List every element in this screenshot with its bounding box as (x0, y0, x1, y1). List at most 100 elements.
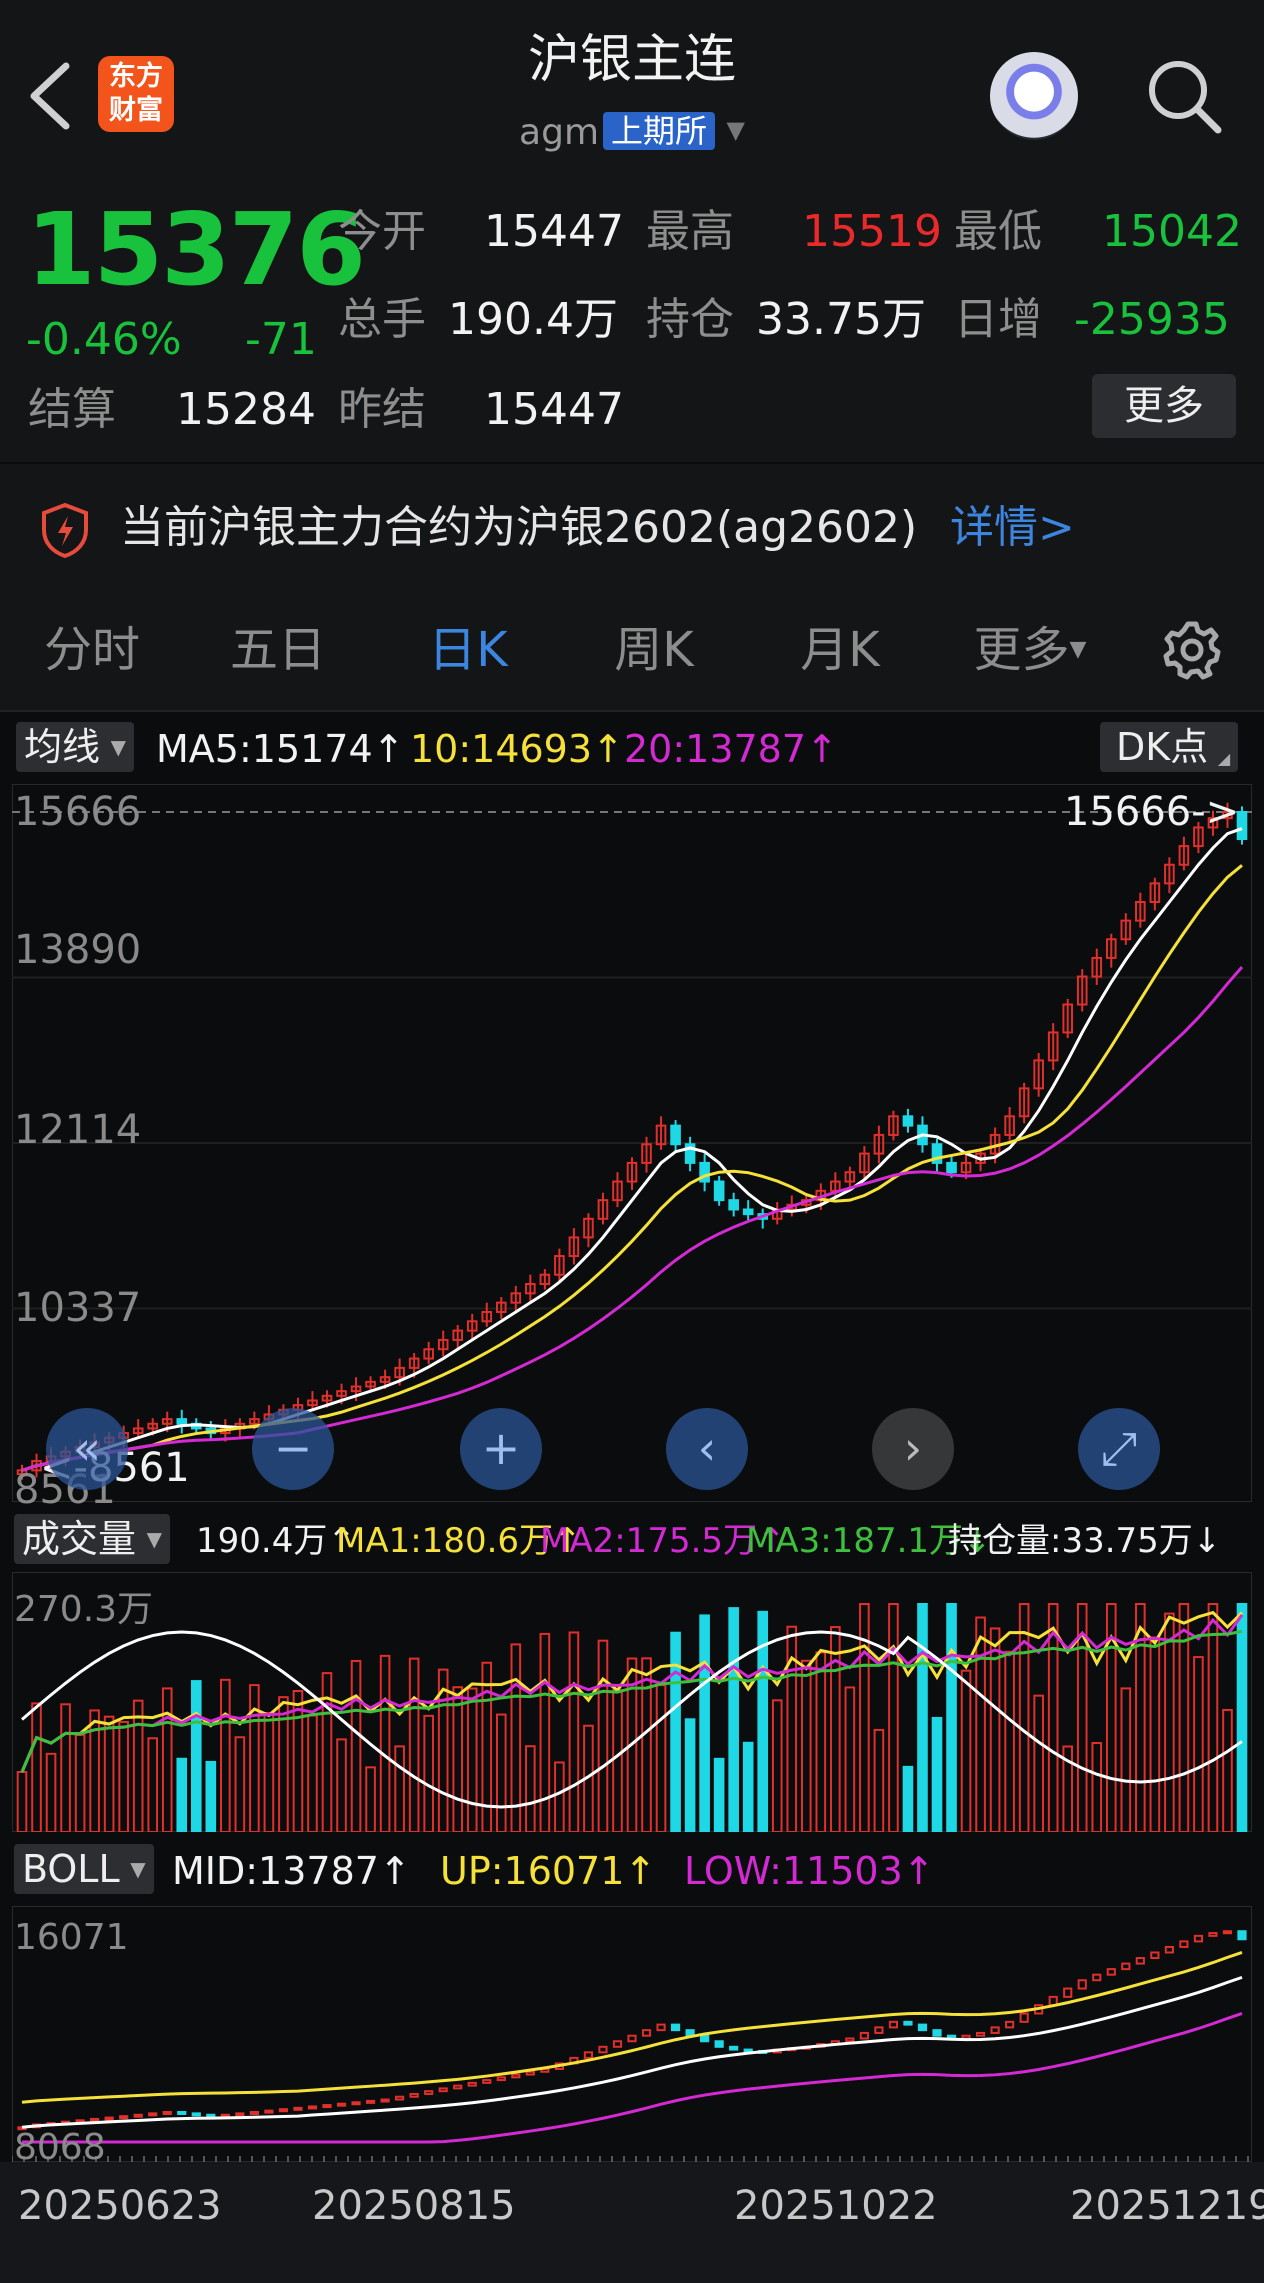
zoom-in-icon[interactable]: + (460, 1408, 542, 1490)
volume-bar (394, 1745, 405, 1832)
boll-candle (656, 2023, 666, 2032)
tab-monthly-k[interactable]: 月K (760, 626, 920, 674)
candle (176, 1418, 188, 1425)
boll-candle (395, 2095, 405, 2101)
boll-candle (1208, 1932, 1218, 1937)
boll-selector[interactable]: BOLL ▼ (14, 1844, 154, 1894)
boll-chart[interactable] (12, 1906, 1252, 2162)
volume-bar (190, 1680, 202, 1832)
volume-bar (16, 1771, 28, 1832)
boll-candle (1135, 1957, 1145, 1965)
volume-bar (655, 1684, 667, 1832)
zoom-out-icon[interactable]: − (252, 1408, 334, 1490)
fullscreen-icon[interactable]: ⤢ (1078, 1408, 1160, 1490)
fast-rewind-icon[interactable]: « (46, 1408, 128, 1490)
more-button[interactable]: 更多 (1092, 374, 1236, 438)
boll-candle (888, 2020, 899, 2029)
volume-bar (292, 1689, 304, 1832)
assistant-robot-icon[interactable] (990, 52, 1078, 140)
boll-candle (162, 2110, 172, 2115)
change-percent: -0.46% (26, 314, 182, 365)
volume-bar (45, 1752, 57, 1832)
dk-point-button[interactable]: DK点 ◢ (1100, 722, 1239, 772)
volume-bar (830, 1626, 841, 1832)
boll-candle (612, 2040, 623, 2048)
search-icon[interactable] (1144, 56, 1224, 136)
volume-bar (365, 1766, 376, 1832)
symbol-row[interactable]: agm 上期所 ▼ (0, 112, 1264, 151)
volume-bar (960, 1669, 972, 1832)
boll-candle (482, 2079, 492, 2084)
tab-more[interactable]: 更多▼ (960, 626, 1100, 674)
boll-candle (903, 2020, 913, 2026)
volume-ma-line (20, 1610, 1244, 1773)
boll-candle (206, 2113, 216, 2118)
boll-candle (235, 2112, 245, 2117)
scroll-left-icon[interactable]: ‹ (666, 1408, 748, 1490)
boll-candle (700, 2034, 710, 2043)
scroll-right-icon[interactable]: › (872, 1408, 954, 1490)
volume-bar (423, 1714, 434, 1832)
volume-chart[interactable] (12, 1572, 1252, 1832)
boll-y-bottom: 8068 (14, 2127, 106, 2168)
tab-timeshare[interactable]: 分时 (12, 626, 172, 674)
boll-candle (380, 2098, 390, 2103)
boll-y-top: 16071 (14, 1917, 129, 1958)
boll-candle (511, 2073, 521, 2079)
volume-bar (946, 1603, 957, 1832)
daily-increase-value: -25935 (1074, 294, 1230, 345)
y-label-high: 15666 (14, 789, 142, 835)
boll-candle (1179, 1940, 1189, 1948)
volume-value: 190.4万↑ (196, 1521, 356, 1561)
caret-down-icon: ▼ (110, 735, 127, 759)
open-value: 15447 (484, 206, 624, 257)
candle (670, 1124, 681, 1146)
candle (902, 1115, 914, 1127)
tab-daily-k[interactable]: 日K (388, 626, 548, 674)
date-label-1: 20250623 (18, 2183, 222, 2229)
volume-bar (1164, 1612, 1175, 1832)
boll-candle (177, 2110, 187, 2115)
boll-candle (467, 2081, 477, 2087)
open-interest: 持仓量:33.75万↓ (948, 1521, 1222, 1561)
ma-selector[interactable]: 均线 ▼ (16, 722, 135, 772)
boll-candle (641, 2029, 652, 2037)
volume-bar (539, 1632, 551, 1832)
volume-bar (1193, 1656, 1204, 1832)
boll-candle (1150, 1951, 1160, 1960)
caret-down-icon: ▼ (146, 1527, 163, 1551)
corner-triangle-icon: ◢ (1217, 749, 1231, 768)
volume-bar (902, 1765, 914, 1832)
low-label: 最低 (954, 206, 1042, 257)
volume-bar (31, 1702, 42, 1832)
boll-candle (598, 2045, 608, 2054)
boll-candle (133, 2113, 143, 2118)
y-label-3: 12114 (14, 1107, 142, 1153)
boll-candle (932, 2029, 942, 2037)
boll-candle (627, 2034, 637, 2043)
volume-value: 190.4万 (448, 294, 618, 345)
volume-bar (873, 1728, 885, 1832)
volume-bar (307, 1714, 318, 1832)
high-label: 最高 (646, 206, 734, 257)
daily-increase-label: 日增 (954, 294, 1042, 345)
volume-bar (1033, 1694, 1044, 1832)
volume-selector-label: 成交量 (22, 1517, 137, 1561)
boll-candle (278, 2108, 289, 2113)
kline-chart[interactable] (12, 784, 1252, 1502)
boll-candle (845, 2037, 855, 2043)
boll-candle (1005, 2020, 1015, 2029)
tab-five-day[interactable]: 五日 (198, 626, 358, 674)
boll-candle (874, 2026, 884, 2034)
volume-selector[interactable]: 成交量 ▼ (14, 1514, 171, 1564)
boll-low: LOW:11503↑ (684, 1849, 935, 1893)
notice-detail-link[interactable]: 详情> (950, 506, 1075, 550)
boll-candle (496, 2076, 506, 2082)
volume-bar (350, 1659, 362, 1832)
tab-weekly-k[interactable]: 周K (574, 626, 734, 674)
boll-candle (1164, 1945, 1174, 1954)
exchange-badge: 上期所 (603, 112, 716, 150)
gear-icon[interactable] (1160, 618, 1224, 682)
low-value: 15042 (1102, 206, 1242, 257)
boll-candle (1077, 1979, 1087, 1990)
